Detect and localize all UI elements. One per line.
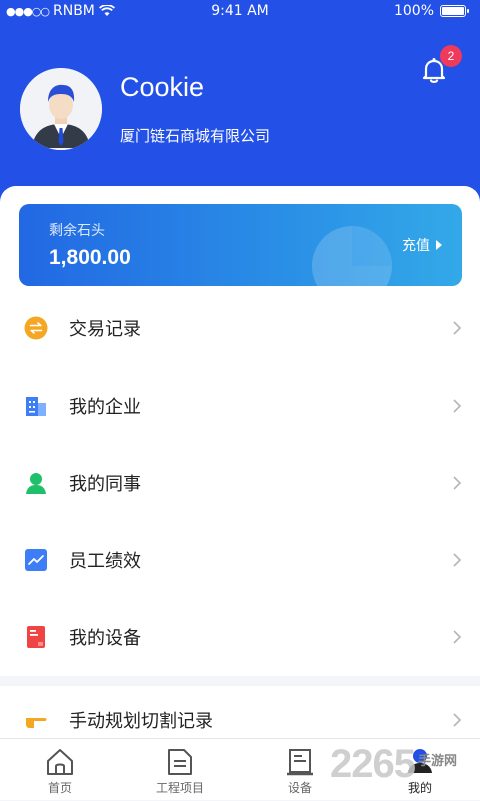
equipment-icon	[287, 749, 313, 776]
battery-icon	[440, 5, 469, 17]
tab-label: 工程项目	[155, 781, 204, 795]
person-icon	[26, 473, 46, 494]
tab-projects[interactable]: 工程项目	[120, 739, 240, 801]
building-icon	[26, 397, 46, 416]
user-name: Cookie	[120, 72, 205, 102]
menu-item-label: 我的同事	[69, 474, 141, 495]
status-bar: ●●●○○ RNBM 9:41 AM 100%	[0, 0, 480, 24]
chevron-right-icon	[453, 630, 462, 644]
recharge-button[interactable]: 充值	[402, 235, 442, 255]
chevron-right-icon	[453, 399, 462, 413]
status-right: 100%	[393, 3, 469, 19]
avatar-person-icon	[20, 68, 102, 150]
menu-item-label: 员工绩效	[69, 551, 141, 572]
exchange-icon	[24, 316, 48, 340]
chevron-right-icon	[453, 553, 462, 567]
home-icon	[47, 749, 73, 775]
pie-chart-decoration-icon	[312, 226, 392, 286]
recharge-label: 充值	[402, 238, 430, 254]
chevron-right-icon	[453, 476, 462, 490]
battery-percent: 100%	[393, 3, 434, 19]
menu-item-label: 手动规划切割记录	[69, 711, 213, 732]
avatar[interactable]	[20, 68, 102, 150]
section-divider	[0, 676, 480, 686]
play-arrow-icon	[436, 240, 442, 250]
menu-item-my-devices[interactable]: 我的设备	[0, 607, 480, 667]
tab-label: 首页	[47, 781, 72, 795]
watermark: 2265 手游网	[330, 742, 480, 800]
balance-card[interactable]: 剩余石头 1,800.00 充值	[19, 204, 462, 286]
menu-item-my-company[interactable]: 我的企业	[0, 376, 480, 436]
chevron-right-icon	[453, 713, 462, 727]
menu-item-performance[interactable]: 员工绩效	[0, 530, 480, 590]
menu-item-transactions[interactable]: 交易记录	[0, 298, 480, 358]
tab-home[interactable]: 首页	[0, 739, 120, 801]
balance-value: 1,800.00	[49, 246, 131, 269]
company-name: 厦门链石商城有限公司	[120, 127, 271, 145]
menu-item-label: 交易记录	[69, 319, 141, 340]
balance-label: 剩余石头	[49, 223, 105, 239]
menu-item-label: 我的设备	[69, 628, 141, 649]
device-icon	[27, 626, 45, 648]
chart-icon	[25, 549, 47, 571]
menu-item-label: 我的企业	[69, 397, 141, 418]
menu-item-colleagues[interactable]: 我的同事	[0, 453, 480, 513]
chevron-right-icon	[453, 321, 462, 335]
pointing-hand-icon	[26, 718, 47, 728]
watermark-text: 手游网	[418, 754, 458, 769]
watermark-number: 2265	[330, 742, 416, 786]
document-icon	[168, 749, 192, 775]
notification-badge: 2	[440, 45, 462, 67]
